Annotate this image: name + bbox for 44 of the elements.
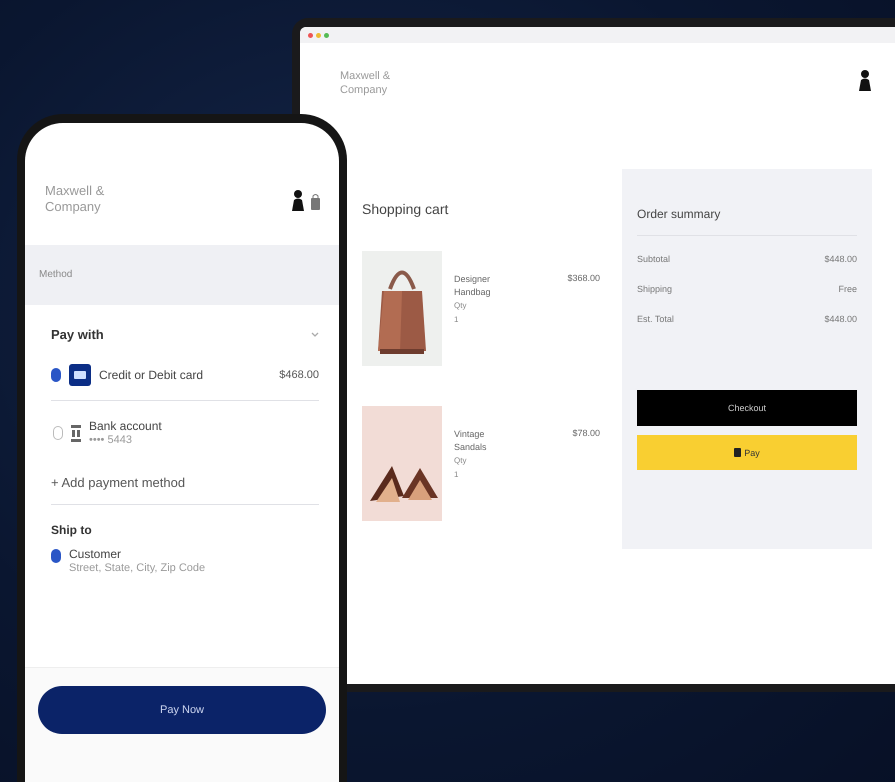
summary-value: $448.00: [824, 314, 857, 324]
summary-label: Subtotal: [637, 254, 670, 264]
section-title: Ship to: [51, 523, 93, 537]
payment-method-label: Credit or Debit card: [99, 368, 204, 382]
pay-button[interactable]: Pay: [637, 435, 857, 470]
bank-icon: [71, 424, 81, 442]
quantity-value: 1: [454, 314, 460, 326]
quantity-label: Qty: [454, 455, 468, 467]
checkout-button[interactable]: Checkout: [637, 390, 857, 426]
pay-now-button[interactable]: Pay Now: [38, 686, 326, 734]
summary-title: Order summary: [637, 207, 722, 221]
account-number: •••• 5443: [89, 433, 133, 447]
window-dot-icon: [324, 32, 329, 38]
bag-icon: [310, 193, 321, 211]
wallet-icon: [734, 448, 742, 457]
quantity-value: 1: [454, 469, 460, 481]
brand-logo: Maxwell & Company: [340, 69, 392, 97]
payment-method-label: Bank account: [89, 419, 163, 433]
brand-logo: Maxwell & Company: [45, 183, 106, 216]
product-name: Designer Handbag: [454, 273, 492, 299]
add-payment-link[interactable]: + Add payment method: [51, 475, 319, 490]
radio-button[interactable]: [51, 368, 61, 382]
product-price: $368.00: [567, 272, 600, 283]
payment-amount: $468.00: [279, 369, 319, 381]
summary-value: $448.00: [824, 254, 857, 264]
radio-button[interactable]: [53, 426, 63, 440]
section-title: Shopping cart: [362, 201, 450, 217]
person-icon: [858, 69, 872, 91]
window-dot-icon: [316, 32, 321, 38]
person-icon: [291, 189, 305, 211]
radio-button[interactable]: [51, 549, 61, 563]
card-icon: [69, 364, 91, 386]
address-text: Street, State, City, Zip Code: [69, 561, 206, 575]
product-price: $78.00: [572, 427, 600, 438]
summary-value: Free: [838, 284, 857, 294]
window-dot-icon: [308, 32, 313, 38]
summary-label: Est. Total: [637, 314, 674, 324]
section-label: Method: [39, 268, 72, 282]
customer-name: Customer: [69, 547, 122, 561]
product-name: Vintage Sandals: [454, 428, 488, 454]
summary-label: Shipping: [637, 284, 672, 294]
section-title: Pay with: [51, 327, 104, 342]
quantity-label: Qty: [454, 300, 468, 312]
chevron-icon: [311, 332, 319, 338]
